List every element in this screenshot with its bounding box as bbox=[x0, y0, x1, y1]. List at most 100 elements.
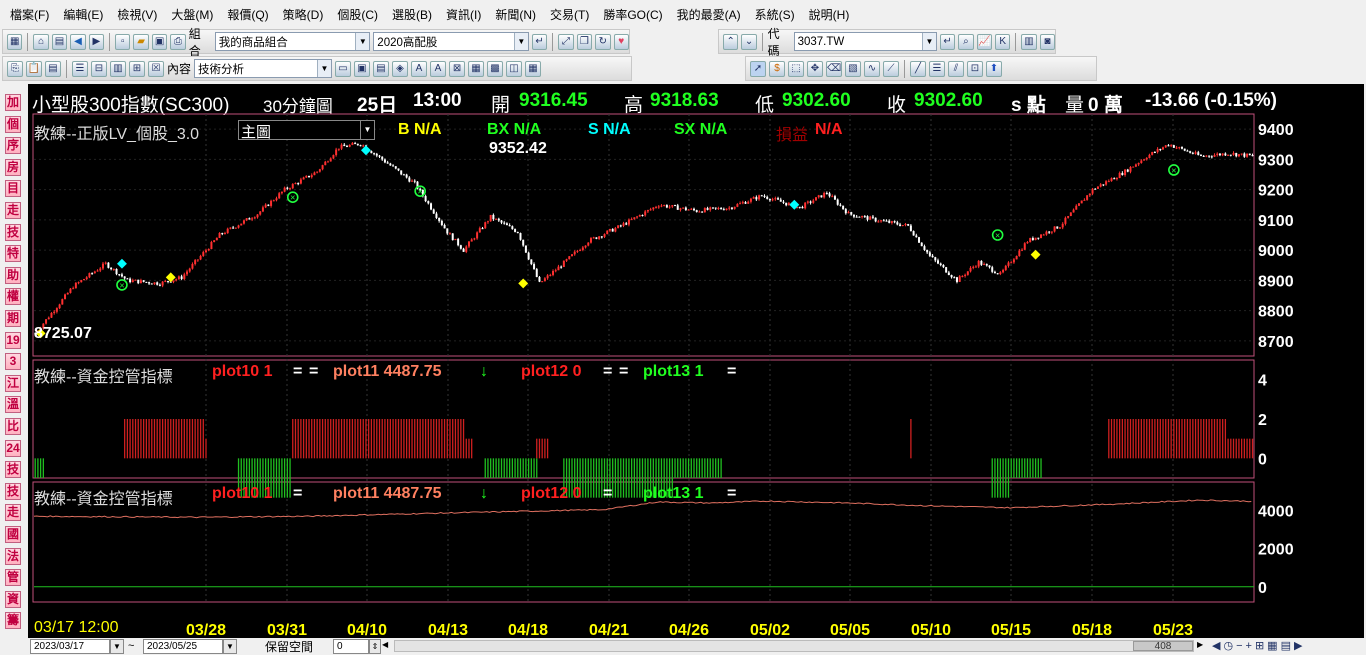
pointer-icon[interactable]: ➚ bbox=[750, 60, 766, 77]
eraser-icon[interactable]: ⌫ bbox=[826, 60, 842, 77]
menu-item-4[interactable]: 報價(Q) bbox=[227, 6, 268, 23]
date-from-input[interactable]: 2023/03/17 bbox=[30, 639, 110, 654]
tool-b-icon[interactable]: ▣ bbox=[354, 60, 371, 77]
line-icon[interactable]: ╱ bbox=[910, 60, 926, 77]
home-icon[interactable]: ⌂ bbox=[33, 33, 49, 50]
move-icon[interactable]: ✥ bbox=[807, 60, 823, 77]
sidebar-tab-7[interactable]: 特 bbox=[5, 245, 21, 263]
layout-cols-icon[interactable]: ▥ bbox=[110, 60, 126, 77]
menu-item-8[interactable]: 資訊(I) bbox=[446, 6, 481, 23]
sidebar-tab-1[interactable]: 個 bbox=[5, 115, 21, 133]
sidebar-tab-22[interactable]: 管 bbox=[5, 569, 21, 587]
fib-icon[interactable]: ⊡ bbox=[967, 60, 983, 77]
color-grid-icon[interactable]: ▦ bbox=[525, 60, 542, 77]
menu-item-11[interactable]: 勝率GO(C) bbox=[603, 6, 662, 23]
sidebar-tab-14[interactable]: 溫 bbox=[5, 396, 21, 414]
new-icon[interactable]: ▫ bbox=[115, 33, 131, 50]
ruler-icon[interactable]: ⟋ bbox=[883, 60, 899, 77]
back-icon[interactable]: ◀ bbox=[70, 33, 86, 50]
sidebar-tab-3[interactable]: 房 bbox=[5, 158, 21, 176]
zoom-out-icon[interactable]: − bbox=[1236, 640, 1245, 652]
date-to-input[interactable]: 2023/05/25 bbox=[143, 639, 223, 654]
layout-close-icon[interactable]: ☒ bbox=[148, 60, 164, 77]
fit-icon[interactable]: ⊞ bbox=[1255, 640, 1267, 652]
scrollbar-thumb[interactable]: 408 bbox=[1133, 641, 1193, 652]
menu-item-5[interactable]: 策略(D) bbox=[283, 6, 324, 23]
sidebar-tab-4[interactable]: 目 bbox=[5, 180, 21, 198]
print-icon[interactable]: ⎙ bbox=[170, 33, 186, 50]
menu-item-10[interactable]: 交易(T) bbox=[550, 6, 589, 23]
layout-grid-icon[interactable]: ⊞ bbox=[129, 60, 145, 77]
hline-icon[interactable]: ☰ bbox=[929, 60, 945, 77]
tool-f-icon[interactable]: ◫ bbox=[506, 60, 523, 77]
copy-icon[interactable]: ⎘ bbox=[7, 60, 23, 77]
tool-e-icon[interactable]: ▩ bbox=[487, 60, 504, 77]
sidebar-tab-16[interactable]: 24 bbox=[5, 439, 21, 457]
search-icon[interactable]: ⌕ bbox=[958, 33, 974, 50]
settings-icon[interactable]: ▤ bbox=[1281, 640, 1294, 652]
reserve-input[interactable]: 0 bbox=[333, 639, 369, 654]
left-icon[interactable]: ◀ bbox=[1212, 640, 1223, 652]
double-up-icon[interactable]: ⌃ bbox=[723, 33, 739, 50]
forward-icon[interactable]: ▶ bbox=[88, 33, 105, 50]
sidebar-tab-11[interactable]: 19 bbox=[5, 331, 21, 349]
scroll-right-icon[interactable]: ▶ bbox=[1197, 640, 1207, 652]
menu-item-3[interactable]: 大盤(M) bbox=[171, 6, 213, 23]
select-area-icon[interactable]: ⬚ bbox=[788, 60, 804, 77]
scroll-left-icon[interactable]: ◀ bbox=[382, 640, 392, 652]
enter-icon[interactable]: ↵ bbox=[531, 33, 548, 50]
sidebar-tab-20[interactable]: 國 bbox=[5, 526, 21, 543]
zoom-in-icon[interactable]: + bbox=[1246, 640, 1255, 652]
sidebar-tab-9[interactable]: 權 bbox=[5, 288, 21, 306]
menu-item-1[interactable]: 編輯(E) bbox=[63, 6, 103, 23]
chevron-down-icon[interactable]: ▼ bbox=[223, 639, 237, 654]
right-icon[interactable]: ▶ bbox=[1294, 640, 1305, 652]
sidebar-tab-18[interactable]: 技 bbox=[5, 482, 21, 500]
paste-icon[interactable]: 📋 bbox=[26, 60, 42, 77]
layout-rows-icon[interactable]: ☰ bbox=[72, 60, 88, 77]
sidebar-tab-19[interactable]: 走 bbox=[5, 504, 21, 522]
spinner-icon[interactable]: ⇕ bbox=[369, 639, 381, 654]
dollar-icon[interactable]: $ bbox=[769, 60, 785, 77]
parallel-icon[interactable]: ⫽ bbox=[948, 60, 964, 77]
content-select[interactable]: 技術分析 ▼ bbox=[194, 59, 333, 78]
clipboard-icon[interactable]: ▤ bbox=[45, 60, 61, 77]
sidebar-tab-15[interactable]: 比 bbox=[5, 418, 21, 435]
sidebar-tab-2[interactable]: 序 bbox=[5, 137, 21, 155]
menu-item-0[interactable]: 檔案(F) bbox=[10, 6, 49, 23]
sidebar-tab-10[interactable]: 期 bbox=[5, 310, 21, 327]
sidebar-tab-23[interactable]: 資 bbox=[5, 590, 21, 608]
sidebar-tab-12[interactable]: 3 bbox=[5, 353, 21, 371]
save-icon[interactable]: ▣ bbox=[151, 33, 168, 50]
menu-item-14[interactable]: 說明(H) bbox=[809, 6, 850, 23]
tool-a-icon[interactable]: ▭ bbox=[335, 60, 352, 77]
grid-icon[interactable]: ▦ bbox=[1267, 640, 1280, 652]
page-icon[interactable]: ▤ bbox=[51, 33, 68, 50]
note-icon[interactable]: ▧ bbox=[845, 60, 861, 77]
window-restore-icon[interactable]: ❐ bbox=[576, 33, 593, 50]
group-select[interactable]: 我的商品組合 ▼ bbox=[214, 32, 371, 51]
open-folder-icon[interactable]: ▰ bbox=[133, 33, 149, 50]
sidebar-tab-5[interactable]: 走 bbox=[5, 202, 21, 219]
chart-icon[interactable]: 📈 bbox=[976, 33, 992, 50]
sidebar-tab-8[interactable]: 助 bbox=[5, 266, 21, 284]
wave-icon[interactable]: ∿ bbox=[864, 60, 880, 77]
menu-item-6[interactable]: 個股(C) bbox=[337, 6, 378, 23]
palette-icon[interactable]: ◈ bbox=[392, 60, 409, 77]
enter-icon[interactable]: ↵ bbox=[939, 33, 956, 50]
main-panel-select[interactable]: 主圖 ▼ bbox=[238, 120, 375, 141]
chevron-down-icon[interactable]: ▼ bbox=[110, 639, 124, 654]
k-line-icon[interactable]: K bbox=[994, 33, 1011, 50]
menu-item-2[interactable]: 檢視(V) bbox=[117, 6, 157, 23]
zoom-icon[interactable]: ⊠ bbox=[449, 60, 466, 77]
sidebar-tab-0[interactable]: 加 bbox=[5, 94, 21, 111]
sidebar-tab-24[interactable]: 籌 bbox=[5, 612, 21, 630]
tool-c-icon[interactable]: ▤ bbox=[373, 60, 390, 77]
text-a-icon[interactable]: A bbox=[411, 60, 428, 77]
menu-item-7[interactable]: 選股(B) bbox=[392, 6, 432, 23]
sidebar-tab-17[interactable]: 技 bbox=[5, 461, 21, 479]
double-down-icon[interactable]: ⌄ bbox=[741, 33, 757, 50]
up-arrow-icon[interactable]: ⬆ bbox=[986, 60, 1002, 77]
text-a2-icon[interactable]: A bbox=[430, 60, 447, 77]
layout-split-icon[interactable]: ⊟ bbox=[91, 60, 107, 77]
